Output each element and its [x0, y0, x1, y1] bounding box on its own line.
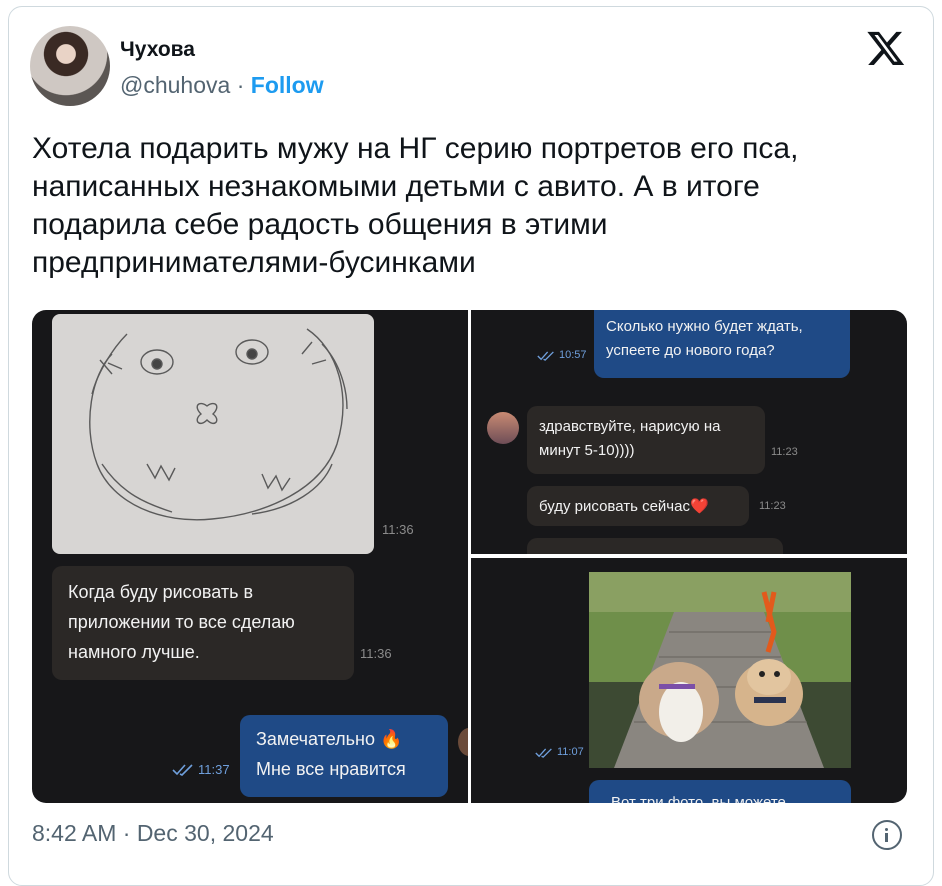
- outgoing-message: Сколько нужно будет ждать, успеете до но…: [594, 310, 850, 378]
- double-check-icon: [172, 764, 193, 776]
- tweet-text: Хотела подарить мужу на НГ серию портрет…: [32, 132, 799, 279]
- follow-button[interactable]: Follow: [251, 72, 324, 98]
- message-timestamp: 11:23: [759, 500, 786, 512]
- message-line: здравствуйте, нарисую на: [539, 418, 721, 435]
- photo-timestamp: 11:07: [557, 746, 584, 758]
- author-handle[interactable]: @chuhova: [120, 72, 230, 98]
- dogs-photo-image[interactable]: [589, 572, 851, 768]
- sender-avatar: [487, 412, 519, 444]
- incoming-message: буду рисовать сейчас❤️ 11:23: [527, 486, 786, 526]
- incoming-message: Когда буду рисовать в приложении то все …: [52, 566, 354, 680]
- message-timestamp: 11:37: [198, 762, 230, 777]
- outgoing-message: Замечательно 🔥 Мне все нравится: [240, 715, 448, 797]
- outgoing-message-partial: Вот три фото, вы можете: [589, 780, 851, 803]
- separator-dot: ·: [236, 72, 245, 98]
- media-grid[interactable]: 11:36 Когда буду рисовать в приложении т…: [32, 310, 907, 803]
- incoming-message: здравствуйте, нарисую на минут 5-10)))) …: [527, 406, 798, 474]
- message-line: приложении то все сделаю: [68, 612, 295, 632]
- chat-screenshot-right-bottom[interactable]: 11:07 Вот три фото, вы можете: [471, 558, 907, 803]
- message-text: буду рисовать сейчас❤️: [539, 498, 709, 515]
- partial-avatar: [458, 728, 468, 756]
- author-handle-line: @chuhova · Follow: [120, 72, 324, 99]
- message-timestamp: 11:23: [771, 446, 798, 458]
- message-line: намного лучше.: [68, 642, 200, 662]
- avatar[interactable]: [30, 26, 110, 106]
- message-text: Вот три фото, вы можете: [611, 794, 786, 803]
- x-logo-icon[interactable]: [866, 28, 906, 68]
- message-line: Сколько нужно будет ждать,: [606, 318, 803, 335]
- dog-drawing-image[interactable]: [52, 314, 374, 554]
- message-line: Когда буду рисовать в: [68, 582, 254, 602]
- message-line: Замечательно 🔥: [256, 729, 403, 749]
- double-check-icon: [535, 748, 552, 758]
- message-line: успеете до нового года?: [606, 342, 775, 359]
- message-timestamp: 11:36: [360, 646, 392, 661]
- chat-screenshot-right-top[interactable]: Сколько нужно будет ждать, успеете до но…: [471, 310, 907, 554]
- double-check-icon: [537, 351, 554, 361]
- message-timestamp: 10:57: [559, 349, 587, 361]
- chat-screenshot-left[interactable]: 11:36 Когда буду рисовать в приложении т…: [32, 310, 468, 803]
- author-name[interactable]: Чухова: [120, 38, 195, 62]
- info-icon[interactable]: [872, 820, 902, 850]
- message-line: минут 5-10)))): [539, 442, 635, 459]
- message-line: Мне все нравится: [256, 759, 406, 779]
- incoming-message-partial: [527, 538, 783, 554]
- image-timestamp: 11:36: [382, 522, 414, 537]
- tweet-timestamp[interactable]: 8:42 AM · Dec 30, 2024: [32, 820, 274, 847]
